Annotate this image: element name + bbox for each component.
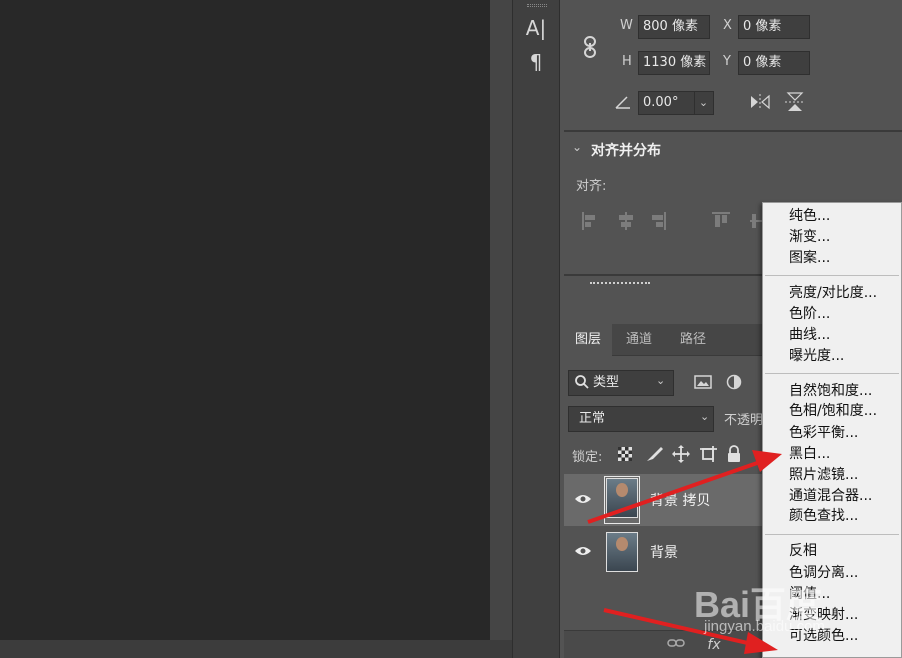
watermark-url: jingyan.baidu.com xyxy=(704,618,825,635)
annotation-arrow-black-white xyxy=(587,450,782,524)
annotation-arrows xyxy=(587,450,782,654)
